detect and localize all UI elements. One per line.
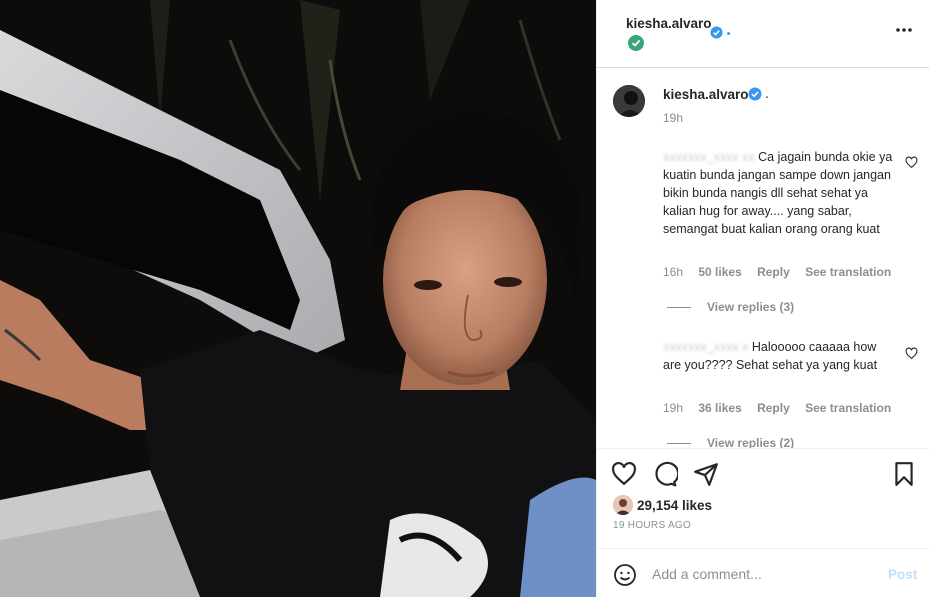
verified-badge-icon — [710, 26, 723, 39]
comment-likes[interactable]: 36 likes — [698, 401, 741, 415]
emoji-icon[interactable] — [613, 563, 637, 587]
comment-username-blurred[interactable]: xxxxxxx_xxxx x — [663, 340, 752, 354]
share-icon[interactable] — [693, 461, 719, 487]
verified-icon — [628, 35, 644, 51]
view-replies-button[interactable]: View replies (2) — [667, 436, 794, 448]
post-header: kiesha.alvaro — [597, 0, 929, 68]
avatar[interactable] — [613, 85, 645, 117]
liker-avatar[interactable] — [613, 495, 633, 515]
comment-icon[interactable] — [652, 461, 678, 487]
post-photo[interactable] — [0, 0, 596, 597]
caption-username[interactable]: kiesha.alvaro — [663, 87, 749, 102]
comment-like-icon[interactable] — [905, 347, 918, 360]
add-comment-bar: Post — [597, 548, 929, 597]
see-translation-button[interactable]: See translation — [805, 401, 891, 415]
comment-text: xxxxxxx_xxxx x Halooooo caaaaa how are y… — [663, 338, 895, 374]
comment-meta: 19h 36 likes Reply See translation — [663, 401, 903, 415]
photo-image — [0, 0, 596, 597]
caption-time[interactable]: 19h — [663, 111, 683, 125]
comment-likes[interactable]: 50 likes — [698, 265, 741, 279]
post-button[interactable]: Post — [888, 567, 917, 582]
comment-time[interactable]: 16h — [663, 265, 683, 279]
comment-like-icon[interactable] — [905, 156, 918, 169]
caption-text: . — [765, 85, 769, 101]
reply-button[interactable]: Reply — [757, 265, 790, 279]
heart-icon[interactable] — [611, 461, 637, 487]
verified-icon — [748, 87, 762, 101]
view-replies-button[interactable]: View replies (3) — [667, 300, 794, 314]
post-time-ago[interactable]: 19 HOURS AGO — [613, 520, 691, 531]
post-sidebar: kiesha.alvaro kiesha.alvaro . 19h xxxxxx… — [596, 0, 929, 597]
status-dot — [727, 32, 730, 35]
comment-input[interactable] — [652, 562, 872, 586]
header-username[interactable]: kiesha.alvaro — [626, 16, 712, 31]
comments-section[interactable]: kiesha.alvaro . 19h xxxxxxx_xxxx xx Ca j… — [597, 68, 929, 448]
comment-text: xxxxxxx_xxxx xx Ca jagain bunda okie ya … — [663, 148, 895, 238]
comment-username-blurred[interactable]: xxxxxxx_xxxx xx — [663, 150, 758, 164]
view-replies-label: View replies (3) — [707, 300, 795, 314]
more-icon[interactable] — [894, 20, 914, 40]
view-replies-label: View replies (2) — [707, 436, 795, 448]
see-translation-button[interactable]: See translation — [805, 265, 891, 279]
likes-count[interactable]: 29,154 likes — [637, 498, 712, 513]
post-actions: 29,154 likes 19 HOURS AGO — [597, 448, 929, 548]
comment-time[interactable]: 19h — [663, 401, 683, 415]
reply-button[interactable]: Reply — [757, 401, 790, 415]
bookmark-icon[interactable] — [891, 461, 917, 487]
comment-meta: 16h 50 likes Reply See translation — [663, 265, 903, 279]
